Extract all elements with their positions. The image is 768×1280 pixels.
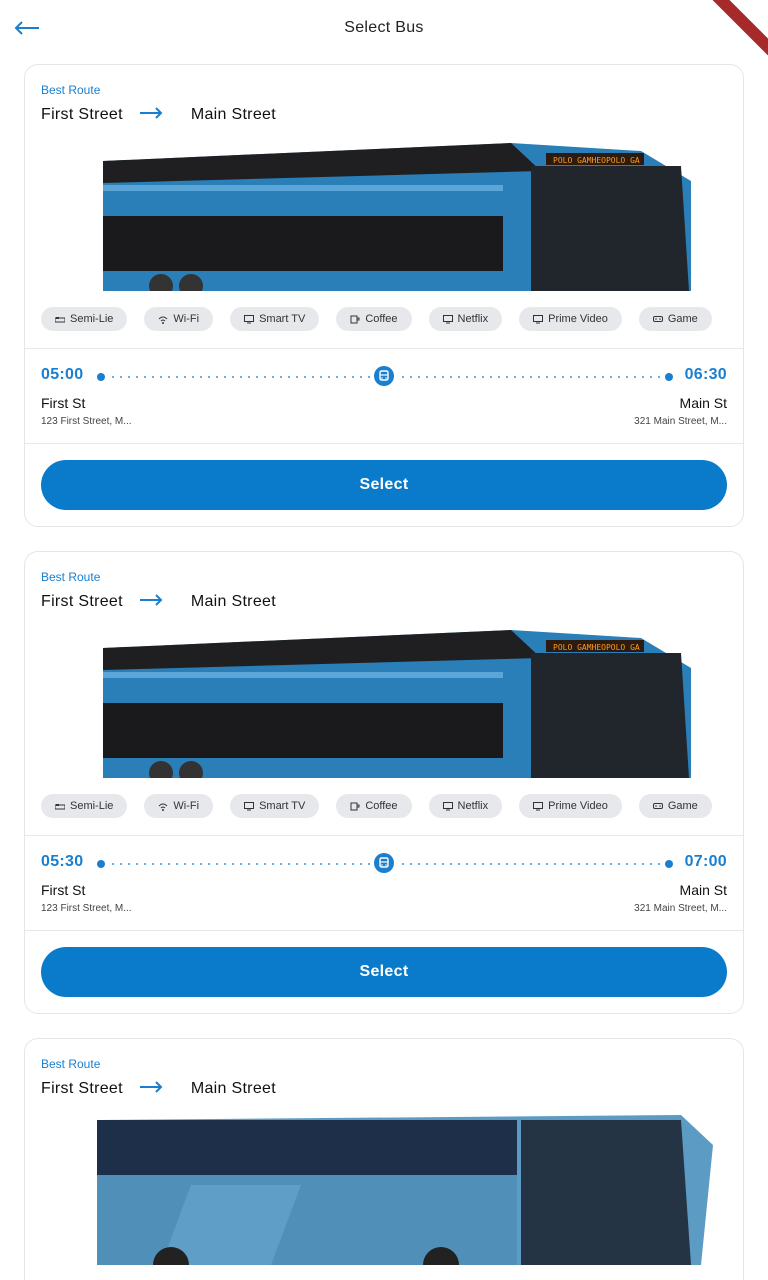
right-arrow-icon (139, 593, 163, 611)
svg-text:POLO GAMHEOPOLO GA: POLO GAMHEOPOLO GA (553, 156, 640, 165)
arrival-address: 321 Main Street, M... (634, 416, 727, 427)
page-title: Select Bus (344, 19, 424, 36)
bed-icon (55, 804, 65, 810)
gamepad-icon (652, 803, 663, 809)
right-arrow-icon (139, 1080, 163, 1098)
tv-icon (442, 315, 453, 324)
bus-card: Best Route First Street Main Street POLO… (24, 551, 744, 1014)
select-button[interactable]: Select (41, 460, 727, 510)
destination-label: Main Street (190, 106, 276, 123)
select-button[interactable]: Select (41, 947, 727, 997)
divider (25, 835, 743, 836)
amenity-chip[interactable]: Smart TV (230, 307, 320, 331)
route-tag: Best Route (41, 1057, 101, 1071)
bus-image: POLO GAMHEOPOLO GA (41, 628, 729, 778)
origin-label: First Street (41, 106, 123, 123)
app-bar: Select Bus (0, 0, 768, 60)
trip-timeline (95, 366, 675, 388)
divider (25, 348, 743, 349)
departure-stop: First St (41, 882, 86, 898)
bus-image (41, 1115, 729, 1265)
divider (25, 443, 743, 444)
amenity-chip[interactable]: Netflix (428, 307, 503, 331)
bus-image: POLO GAMHEOPOLO GA (41, 141, 729, 291)
arrival-dot (665, 860, 673, 868)
wifi-icon (159, 316, 168, 324)
amenity-chip[interactable]: Coffee (336, 307, 412, 331)
amenity-chip[interactable]: Game (638, 794, 712, 818)
amenities-row: Semi-Lie Wi-Fi Smart TV Coffee Netflix P… (41, 794, 712, 818)
tv-icon (442, 802, 453, 811)
amenities-row: Semi-Lie Wi-Fi Smart TV Coffee Netflix P… (41, 307, 712, 331)
arrival-stop: Main St (679, 882, 727, 898)
arrival-address: 321 Main Street, M... (634, 903, 727, 914)
debug-banner (708, 0, 768, 60)
arrival-time: 06:30 (684, 366, 727, 383)
origin-label: First Street (41, 593, 123, 610)
tv-icon (533, 315, 544, 324)
trip-timeline (95, 853, 675, 875)
svg-text:POLO GAMHEOPOLO GA: POLO GAMHEOPOLO GA (553, 643, 640, 652)
bus-icon (374, 366, 394, 386)
arrival-time: 07:00 (684, 853, 727, 870)
amenity-chip[interactable]: Prime Video (519, 307, 622, 331)
destination-label: Main Street (190, 593, 276, 610)
departure-time: 05:30 (41, 853, 84, 870)
amenity-chip[interactable]: Wi-Fi (144, 307, 214, 331)
right-arrow-icon (139, 106, 163, 124)
route-title: First Street Main Street (41, 1079, 276, 1099)
arrival-stop: Main St (679, 395, 727, 411)
amenity-chip[interactable]: Semi-Lie (41, 307, 128, 331)
bus-card: Best Route First Street Main Street (24, 1038, 744, 1280)
departure-time: 05:00 (41, 366, 84, 383)
amenity-chip[interactable]: Coffee (336, 794, 412, 818)
amenity-chip[interactable]: Smart TV (230, 794, 320, 818)
divider (25, 930, 743, 931)
coffee-icon (350, 315, 360, 324)
route-tag: Best Route (41, 83, 101, 97)
amenity-chip[interactable]: Netflix (428, 794, 503, 818)
wifi-icon (159, 803, 168, 811)
tv-icon (244, 315, 255, 324)
route-title: First Street Main Street (41, 592, 276, 612)
amenity-chip[interactable]: Game (638, 307, 712, 331)
coffee-icon (350, 802, 360, 811)
tv-icon (533, 802, 544, 811)
bus-card: Best Route First Street Main Street POLO… (24, 64, 744, 527)
destination-label: Main Street (190, 1080, 276, 1097)
amenity-chip[interactable]: Semi-Lie (41, 794, 128, 818)
bus-icon (374, 853, 394, 873)
amenity-chip[interactable]: Wi-Fi (144, 794, 214, 818)
route-tag: Best Route (41, 570, 101, 584)
departure-address: 123 First Street, M... (41, 416, 132, 427)
route-title: First Street Main Street (41, 105, 276, 125)
departure-dot (97, 860, 105, 868)
arrival-dot (665, 373, 673, 381)
departure-stop: First St (41, 395, 86, 411)
gamepad-icon (652, 316, 663, 322)
origin-label: First Street (41, 1080, 123, 1097)
bed-icon (55, 317, 65, 323)
departure-dot (97, 373, 105, 381)
amenity-chip[interactable]: Prime Video (519, 794, 622, 818)
tv-icon (244, 802, 255, 811)
departure-address: 123 First Street, M... (41, 903, 132, 914)
